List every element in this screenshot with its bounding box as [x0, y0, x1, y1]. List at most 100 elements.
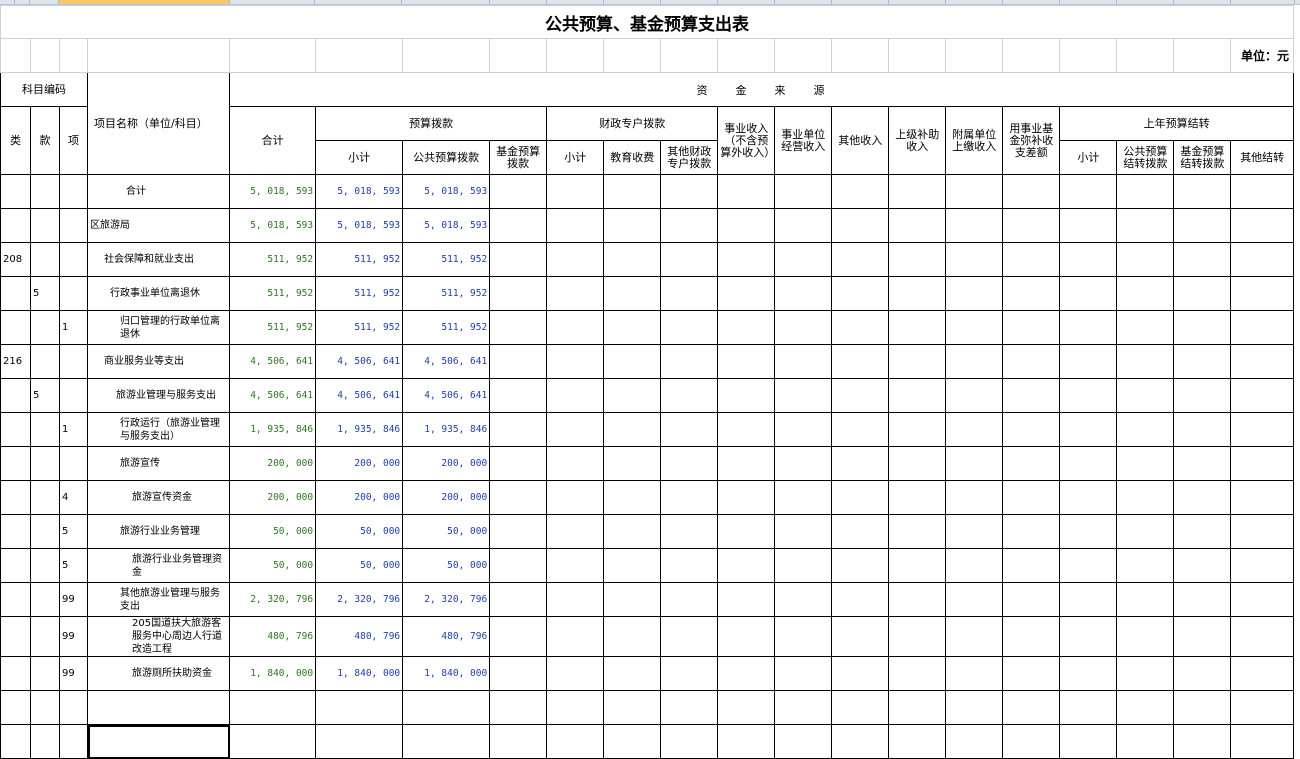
cell[interactable] [888, 276, 947, 311]
cell[interactable] [717, 616, 776, 657]
cell[interactable] [660, 208, 719, 243]
cell[interactable] [1116, 446, 1175, 481]
header-carry-subtotal[interactable]: 小计 [1059, 140, 1118, 175]
cell-project-name[interactable]: 商业服务业等支出 [87, 344, 231, 379]
cell[interactable] [546, 242, 605, 277]
cell[interactable] [402, 690, 491, 725]
cell-project-name[interactable]: 205国道扶大旅游客服务中心周边人行道改造工程 [87, 616, 231, 657]
cell[interactable] [489, 174, 548, 209]
cell-lei[interactable] [0, 480, 32, 515]
cell[interactable] [1002, 656, 1061, 691]
cell[interactable] [660, 344, 719, 379]
cell-project-name[interactable]: 旅游业管理与服务支出 [87, 378, 231, 413]
cell-total[interactable]: 1, 935, 846 [229, 412, 317, 447]
cell[interactable] [489, 276, 548, 311]
cell-lei[interactable] [0, 656, 32, 691]
cell[interactable] [1059, 656, 1118, 691]
cell[interactable] [660, 582, 719, 617]
cell-lei[interactable]: 216 [0, 344, 32, 379]
cell[interactable] [1173, 378, 1232, 413]
cell[interactable] [774, 344, 833, 379]
cell-total[interactable]: 200, 000 [229, 480, 317, 515]
cell-xiang[interactable]: 5 [59, 514, 89, 549]
cell[interactable] [660, 446, 719, 481]
cell[interactable] [831, 724, 890, 759]
header-project-name[interactable]: 项目名称（单位/科目） [87, 72, 231, 175]
cell[interactable] [945, 174, 1004, 209]
cell[interactable] [546, 480, 605, 515]
cell-xiang[interactable] [59, 276, 89, 311]
cell[interactable] [1230, 690, 1294, 725]
header-budget-subtotal[interactable]: 小计 [315, 140, 404, 175]
cell-public-budget[interactable]: 50, 000 [402, 514, 491, 549]
cell-project-name[interactable]: 合计 [87, 174, 231, 209]
cell[interactable] [603, 276, 662, 311]
cell-kuan[interactable]: 5 [30, 378, 61, 413]
cell-total[interactable]: 511, 952 [229, 310, 317, 345]
cell[interactable] [660, 480, 719, 515]
cell[interactable] [1230, 344, 1294, 379]
cell[interactable] [1173, 208, 1232, 243]
cell[interactable] [603, 724, 662, 759]
header-edu-fee[interactable]: 教育收费 [603, 140, 662, 175]
cell[interactable] [774, 582, 833, 617]
cell-total[interactable]: 50, 000 [229, 514, 317, 549]
unit-label[interactable]: 单位：元 [1230, 38, 1294, 73]
cell[interactable] [717, 656, 776, 691]
cell-budget-subtotal[interactable]: 4, 506, 641 [315, 344, 404, 379]
cell-xiang[interactable]: 99 [59, 616, 89, 657]
cell-xiang[interactable]: 1 [59, 310, 89, 345]
cell[interactable] [87, 690, 231, 725]
cell[interactable] [30, 724, 61, 759]
cell-budget-subtotal[interactable]: 2, 320, 796 [315, 582, 404, 617]
header-kuan[interactable]: 款 [30, 106, 61, 175]
cell[interactable] [229, 690, 317, 725]
cell[interactable] [1230, 378, 1294, 413]
cell[interactable] [1002, 276, 1061, 311]
cell[interactable] [774, 548, 833, 583]
cell[interactable] [831, 656, 890, 691]
cell[interactable] [603, 656, 662, 691]
cell[interactable] [1059, 344, 1118, 379]
cell[interactable] [1116, 378, 1175, 413]
cell[interactable] [831, 378, 890, 413]
cell[interactable] [1116, 276, 1175, 311]
cell-public-budget[interactable]: 5, 018, 593 [402, 208, 491, 243]
header-fiscal-special[interactable]: 财政专户拨款 [546, 106, 719, 141]
cell[interactable] [888, 412, 947, 447]
cell-budget-subtotal[interactable]: 1, 935, 846 [315, 412, 404, 447]
cell[interactable] [1002, 514, 1061, 549]
cell[interactable] [1059, 514, 1118, 549]
cell-budget-subtotal[interactable]: 4, 506, 641 [315, 378, 404, 413]
header-business-operating[interactable]: 事业单位经营收入 [774, 106, 833, 175]
cell[interactable] [945, 616, 1004, 657]
cell-budget-subtotal[interactable]: 1, 840, 000 [315, 656, 404, 691]
cell[interactable] [717, 514, 776, 549]
cell[interactable] [774, 276, 833, 311]
cell[interactable] [888, 548, 947, 583]
cell[interactable] [1002, 310, 1061, 345]
cell[interactable] [717, 208, 776, 243]
cell-total[interactable]: 50, 000 [229, 548, 317, 583]
cell[interactable] [888, 378, 947, 413]
header-other-fiscal[interactable]: 其他财政专户拨款 [660, 140, 719, 175]
cell[interactable] [1059, 480, 1118, 515]
cell[interactable] [945, 446, 1004, 481]
cell[interactable] [1059, 242, 1118, 277]
cell-xiang[interactable]: 5 [59, 548, 89, 583]
header-business-income[interactable]: 事业收入（不含预算外收入） [717, 106, 776, 175]
cell-kuan[interactable] [30, 548, 61, 583]
cell[interactable] [1230, 276, 1294, 311]
cell[interactable] [489, 446, 548, 481]
cell[interactable] [1116, 582, 1175, 617]
cell[interactable] [888, 480, 947, 515]
cell[interactable] [603, 208, 662, 243]
cell[interactable] [831, 412, 890, 447]
cell[interactable] [945, 582, 1004, 617]
cell[interactable] [546, 656, 605, 691]
cell[interactable] [1173, 310, 1232, 345]
cell-public-budget[interactable]: 4, 506, 641 [402, 378, 491, 413]
cell-kuan[interactable] [30, 656, 61, 691]
cell[interactable] [660, 616, 719, 657]
cell-budget-subtotal[interactable]: 511, 952 [315, 242, 404, 277]
